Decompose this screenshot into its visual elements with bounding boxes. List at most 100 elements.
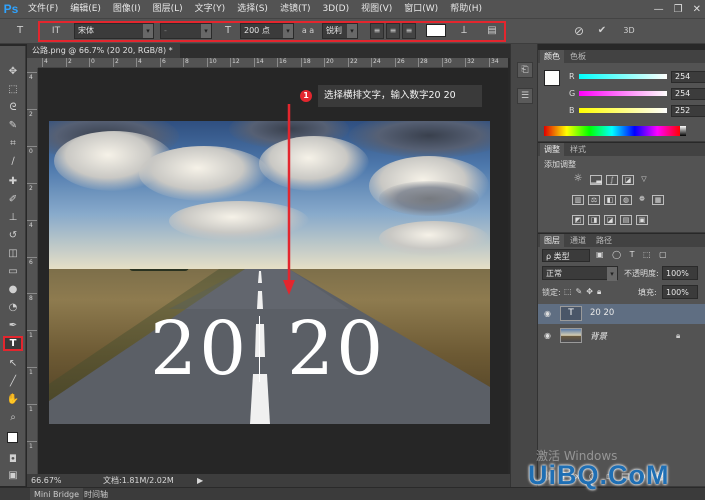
tab-paths[interactable]: 路径 xyxy=(592,234,616,247)
layer-filter-select[interactable]: ρ 类型 xyxy=(542,249,590,262)
gradient-map-icon[interactable]: ▤ xyxy=(620,215,632,225)
posterize-icon[interactable]: ◨ xyxy=(588,215,600,225)
hue-sat-icon[interactable]: ▥ xyxy=(572,195,584,205)
3d-button[interactable]: 3D xyxy=(620,23,638,39)
black-white-ramp[interactable] xyxy=(680,126,686,136)
line-tool-icon[interactable]: ╱ xyxy=(3,374,23,389)
tab-adjustments[interactable]: 调整 xyxy=(540,143,564,156)
photo-filter-icon[interactable]: ◍ xyxy=(620,195,632,205)
channel-mixer-icon[interactable]: ❁ xyxy=(636,195,648,205)
menu-edit[interactable]: 编辑(E) xyxy=(64,0,107,18)
align-center-icon[interactable]: ≡ xyxy=(386,23,400,39)
visibility-eye-icon[interactable]: ◉ xyxy=(544,331,551,340)
black-white-icon[interactable]: ◧ xyxy=(604,195,616,205)
blur-tool-icon[interactable]: ● xyxy=(3,282,23,297)
lasso-tool-icon[interactable]: ᘓ xyxy=(3,100,23,115)
stamp-tool-icon[interactable]: ⊥ xyxy=(3,210,23,225)
dodge-tool-icon[interactable]: ◔ xyxy=(3,300,23,315)
text-orientation-icon[interactable]: IT xyxy=(46,23,66,39)
align-left-icon[interactable]: ≡ xyxy=(370,23,384,39)
tab-timeline[interactable]: 时间轴 xyxy=(80,488,112,500)
move-tool-icon[interactable]: ✥ xyxy=(3,64,23,79)
red-slider[interactable] xyxy=(579,74,667,79)
eraser-tool-icon[interactable]: ◫ xyxy=(3,246,23,261)
color-balance-icon[interactable]: ⚖ xyxy=(588,195,600,205)
brush-tool-icon[interactable]: ✐ xyxy=(3,192,23,207)
properties-panel-icon[interactable]: ☰ xyxy=(517,88,533,104)
menu-3d[interactable]: 3D(D) xyxy=(316,0,355,18)
marquee-tool-icon[interactable]: ⬚ xyxy=(3,82,23,97)
r-value[interactable]: 254 xyxy=(671,71,705,83)
color-lookup-icon[interactable]: ▦ xyxy=(652,195,664,205)
font-family-select[interactable]: 宋体 ▾ xyxy=(74,23,154,39)
blue-slider[interactable] xyxy=(579,108,667,113)
canvas-text-left[interactable]: 20 xyxy=(150,312,248,386)
layer-name[interactable]: 背景 xyxy=(590,330,607,342)
close-icon[interactable]: ✕ xyxy=(693,4,701,15)
align-right-icon[interactable]: ≡ xyxy=(402,23,416,39)
selective-color-icon[interactable]: ▣ xyxy=(636,215,648,225)
tab-layers[interactable]: 图层 xyxy=(540,234,564,247)
invert-icon[interactable]: ◩ xyxy=(572,215,584,225)
menu-select[interactable]: 选择(S) xyxy=(231,0,274,18)
zoom-tool-icon[interactable]: ⌕ xyxy=(3,410,23,425)
crop-tool-icon[interactable]: ⌗ xyxy=(3,136,23,151)
quick-select-tool-icon[interactable]: ✎ xyxy=(3,118,23,133)
threshold-icon[interactable]: ◪ xyxy=(604,215,616,225)
menu-image[interactable]: 图像(I) xyxy=(107,0,147,18)
menu-view[interactable]: 视图(V) xyxy=(355,0,398,18)
g-value[interactable]: 254 xyxy=(671,88,705,100)
antialias-select[interactable]: 锐利 ▾ xyxy=(322,23,358,39)
menu-help[interactable]: 帮助(H) xyxy=(444,0,488,18)
history-brush-icon[interactable]: ↺ xyxy=(3,228,23,243)
vibrance-icon[interactable]: ▽ xyxy=(638,175,650,185)
levels-icon[interactable]: ▁▃ xyxy=(590,175,602,185)
font-size-select[interactable]: 200 点 ▾ xyxy=(240,23,294,39)
green-slider[interactable] xyxy=(579,91,667,96)
commit-icon[interactable]: ✔ xyxy=(594,23,610,39)
pen-tool-icon[interactable]: ✒ xyxy=(3,318,23,333)
color-spectrum-bar[interactable] xyxy=(544,126,680,136)
eyedropper-tool-icon[interactable]: ∕ xyxy=(3,154,23,169)
hand-tool-icon[interactable]: ✋ xyxy=(3,392,23,407)
horizontal-ruler[interactable]: 4 2 0 2 4 6 8 10 12 14 16 18 20 22 24 26 28 30 32 34 xyxy=(38,58,508,68)
b-value[interactable]: 252 xyxy=(671,105,705,117)
warp-text-icon[interactable]: Ʇ xyxy=(456,23,472,39)
type-tool-preset-icon[interactable]: T xyxy=(12,23,28,39)
tab-swatches[interactable]: 色板 xyxy=(566,50,590,63)
status-arrow-icon[interactable]: ▶ xyxy=(197,474,203,487)
document-tab[interactable]: 公路.png @ 66.7% (20 20, RGB/8) * × xyxy=(27,44,186,58)
font-style-select[interactable]: - ▾ xyxy=(160,23,212,39)
quick-mask-icon[interactable]: ◘ xyxy=(3,452,23,467)
character-panel-icon[interactable]: ▤ xyxy=(484,23,500,39)
tab-styles[interactable]: 样式 xyxy=(566,143,590,156)
canvas-text-right[interactable]: 20 xyxy=(287,312,385,386)
lock-icons[interactable]: ⬚✎✥🔒︎ xyxy=(564,287,605,297)
gradient-tool-icon[interactable]: ▭ xyxy=(3,264,23,279)
layer-row-text[interactable]: ◉ T 20 20 xyxy=(538,304,705,324)
tab-mini-bridge[interactable]: Mini Bridge xyxy=(30,488,84,500)
opacity-input[interactable]: 100% xyxy=(662,266,698,280)
menu-layer[interactable]: 图层(L) xyxy=(147,0,189,18)
visibility-eye-icon[interactable]: ◉ xyxy=(544,309,551,318)
screen-mode-icon[interactable]: ▣ xyxy=(3,468,23,483)
history-panel-icon[interactable]: ⎗ xyxy=(517,62,533,78)
curves-icon[interactable]: ∫ xyxy=(606,175,618,185)
cancel-icon[interactable]: ⊘ xyxy=(571,23,587,39)
foreground-color-swatch[interactable] xyxy=(544,70,560,86)
zoom-value[interactable]: 66.67% xyxy=(31,474,62,487)
path-select-tool-icon[interactable]: ↖ xyxy=(3,356,23,371)
vertical-ruler[interactable]: 4 2 0 2 4 6 8 1 1 1 1 xyxy=(27,68,38,474)
healing-tool-icon[interactable]: ✚ xyxy=(3,174,23,189)
layer-name[interactable]: 20 20 xyxy=(590,308,614,318)
layer-row-background[interactable]: ◉ 背景 🔒︎ xyxy=(538,326,705,346)
restore-icon[interactable]: ❐ xyxy=(674,4,683,15)
fill-input[interactable]: 100% xyxy=(662,285,698,299)
exposure-icon[interactable]: ◪ xyxy=(622,175,634,185)
foreground-color-swatch[interactable] xyxy=(7,432,18,443)
tab-color[interactable]: 颜色 xyxy=(540,50,564,63)
filter-icons[interactable]: ▣ ◯ T ⬚ ▢ xyxy=(596,250,670,259)
menu-file[interactable]: 文件(F) xyxy=(22,0,64,18)
type-tool-icon[interactable]: T xyxy=(3,336,23,351)
text-color-swatch[interactable] xyxy=(426,24,446,37)
